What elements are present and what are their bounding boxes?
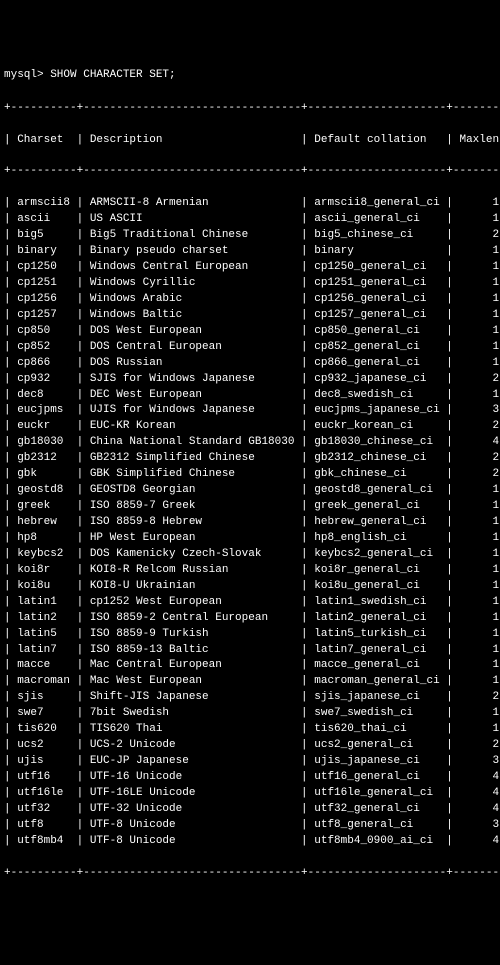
table-row: | macroman | Mac West European | macroma…	[4, 674, 496, 690]
mysql-prompt[interactable]: mysql> SHOW CHARACTER SET;	[4, 68, 496, 84]
table-row: | latin7 | ISO 8859-13 Baltic | latin7_g…	[4, 643, 496, 659]
table-row: | utf8mb4 | UTF-8 Unicode | utf8mb4_0900…	[4, 834, 496, 850]
table-border-top: +----------+----------------------------…	[4, 101, 496, 117]
table-body: | armscii8 | ARMSCII-8 Armenian | armsci…	[4, 196, 496, 849]
table-border-bot: +----------+----------------------------…	[4, 866, 496, 882]
table-row: | gb18030 | China National Standard GB18…	[4, 435, 496, 451]
table-header: | Charset | Description | Default collat…	[4, 133, 496, 149]
table-row: | gb2312 | GB2312 Simplified Chinese | g…	[4, 451, 496, 467]
table-row: | keybcs2 | DOS Kamenicky Czech-Slovak |…	[4, 547, 496, 563]
table-row: | latin1 | cp1252 West European | latin1…	[4, 595, 496, 611]
table-row: | swe7 | 7bit Swedish | swe7_swedish_ci …	[4, 706, 496, 722]
table-row: | utf16 | UTF-16 Unicode | utf16_general…	[4, 770, 496, 786]
table-row: | hebrew | ISO 8859-8 Hebrew | hebrew_ge…	[4, 515, 496, 531]
table-row: | macce | Mac Central European | macce_g…	[4, 658, 496, 674]
table-row: | binary | Binary pseudo charset | binar…	[4, 244, 496, 260]
table-row: | big5 | Big5 Traditional Chinese | big5…	[4, 228, 496, 244]
table-row: | cp866 | DOS Russian | cp866_general_ci…	[4, 356, 496, 372]
table-row: | cp932 | SJIS for Windows Japanese | cp…	[4, 372, 496, 388]
table-row: | greek | ISO 8859-7 Greek | greek_gener…	[4, 499, 496, 515]
table-row: | cp1257 | Windows Baltic | cp1257_gener…	[4, 308, 496, 324]
table-row: | tis620 | TIS620 Thai | tis620_thai_ci …	[4, 722, 496, 738]
table-row: | latin5 | ISO 8859-9 Turkish | latin5_t…	[4, 627, 496, 643]
table-row: | hp8 | HP West European | hp8_english_c…	[4, 531, 496, 547]
table-row: | euckr | EUC-KR Korean | euckr_korean_c…	[4, 419, 496, 435]
table-row: | dec8 | DEC West European | dec8_swedis…	[4, 388, 496, 404]
table-row: | utf8 | UTF-8 Unicode | utf8_general_ci…	[4, 818, 496, 834]
table-row: | utf32 | UTF-32 Unicode | utf32_general…	[4, 802, 496, 818]
table-row: | ascii | US ASCII | ascii_general_ci | …	[4, 212, 496, 228]
table-row: | koi8u | KOI8-U Ukrainian | koi8u_gener…	[4, 579, 496, 595]
table-border-mid: +----------+----------------------------…	[4, 164, 496, 180]
table-row: | cp1256 | Windows Arabic | cp1256_gener…	[4, 292, 496, 308]
table-row: | ucs2 | UCS-2 Unicode | ucs2_general_ci…	[4, 738, 496, 754]
table-row: | eucjpms | UJIS for Windows Japanese | …	[4, 403, 496, 419]
table-row: | utf16le | UTF-16LE Unicode | utf16le_g…	[4, 786, 496, 802]
table-row: | geostd8 | GEOSTD8 Georgian | geostd8_g…	[4, 483, 496, 499]
table-row: | gbk | GBK Simplified Chinese | gbk_chi…	[4, 467, 496, 483]
table-row: | sjis | Shift-JIS Japanese | sjis_japan…	[4, 690, 496, 706]
table-row: | latin2 | ISO 8859-2 Central European |…	[4, 611, 496, 627]
table-row: | cp850 | DOS West European | cp850_gene…	[4, 324, 496, 340]
table-row: | cp852 | DOS Central European | cp852_g…	[4, 340, 496, 356]
table-row: | cp1250 | Windows Central European | cp…	[4, 260, 496, 276]
table-row: | ujis | EUC-JP Japanese | ujis_japanese…	[4, 754, 496, 770]
table-row: | armscii8 | ARMSCII-8 Armenian | armsci…	[4, 196, 496, 212]
table-row: | koi8r | KOI8-R Relcom Russian | koi8r_…	[4, 563, 496, 579]
table-row: | cp1251 | Windows Cyrillic | cp1251_gen…	[4, 276, 496, 292]
